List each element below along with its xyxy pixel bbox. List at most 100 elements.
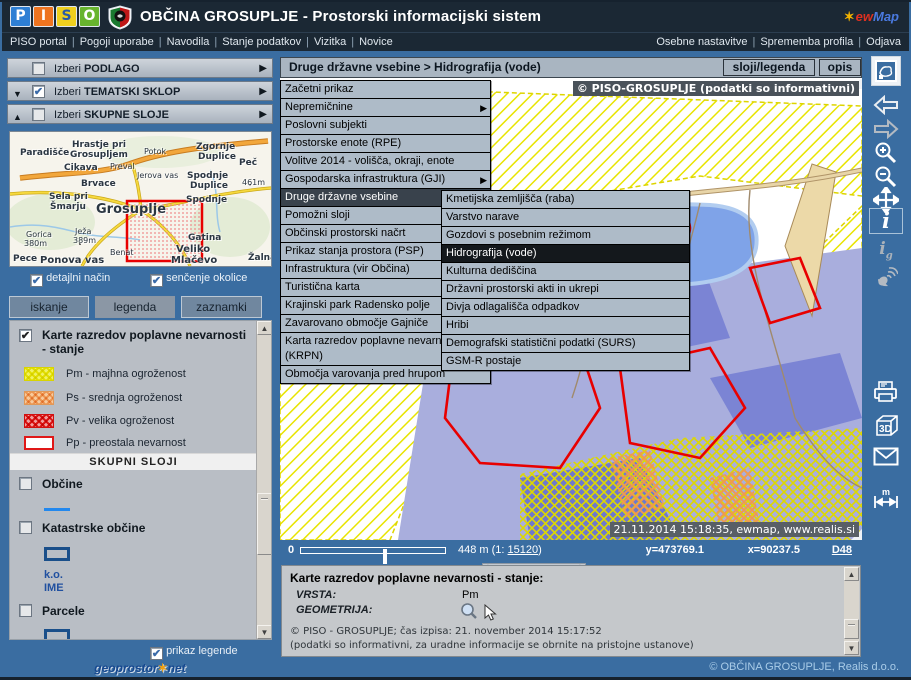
measure-button[interactable]: m bbox=[869, 483, 903, 513]
info-key-geometrija: GEOMETRIJA: bbox=[296, 604, 372, 616]
minimap-label: Duplice bbox=[198, 152, 236, 162]
send-mail-button[interactable] bbox=[869, 441, 903, 471]
satellite-dish-icon bbox=[874, 265, 898, 289]
layer-katastrske-checkbox[interactable] bbox=[19, 521, 32, 534]
minimap-label: Žalna bbox=[248, 253, 272, 263]
minimap-label: Mlačevo bbox=[171, 255, 217, 266]
tab-zaznamki[interactable]: zaznamki bbox=[181, 296, 262, 318]
menu-item-prostorske-enote[interactable]: Prostorske enote (RPE) bbox=[281, 135, 490, 153]
minimap-label: 461m bbox=[242, 178, 265, 187]
full-extent-button[interactable] bbox=[871, 56, 901, 86]
expand-right-icon: ▶ bbox=[259, 83, 267, 101]
status-bar: 0 448 m (1: 15120) y=473769.1 x=90237.5 … bbox=[280, 541, 862, 562]
nav-stanje-podatkov[interactable]: Stanje podatkov bbox=[222, 33, 301, 51]
nav-osebne-nastavitve[interactable]: Osebne nastavitve bbox=[656, 33, 747, 51]
menu-item-nepremicnine[interactable]: Nepremičnine▶ bbox=[281, 99, 490, 117]
show-legend-option[interactable]: ✔ prikaz legende bbox=[150, 645, 238, 660]
nav-odjava[interactable]: Odjava bbox=[866, 33, 901, 51]
nav-right: Osebne nastavitve| Sprememba profila| Od… bbox=[656, 33, 901, 51]
ewmap-logo: ✶ewMap bbox=[844, 9, 899, 25]
zoom-to-geometry-icon[interactable] bbox=[460, 602, 478, 620]
scale-slider-thumb[interactable] bbox=[383, 549, 387, 564]
submenu-item-divja-odlagalisca[interactable]: Divja odlagališča odpadkov bbox=[442, 299, 689, 317]
parcele-rect-symbol bbox=[44, 629, 70, 640]
info-scrollbar[interactable]: ▲ ▼ bbox=[844, 567, 859, 655]
thematic-set-checkbox[interactable]: ✔ bbox=[32, 85, 45, 98]
gps-button[interactable] bbox=[869, 262, 903, 292]
ewmap-star-icon: ✶ bbox=[844, 9, 855, 24]
legend-layer-checkbox[interactable]: ✔ bbox=[19, 329, 32, 342]
panel-scrollbar[interactable]: ▲ ▼ bbox=[256, 321, 271, 639]
menu-item-volitve[interactable]: Volitve 2014 - volišča, okraji, enote bbox=[281, 153, 490, 171]
submenu-item-gozdovi[interactable]: Gozdovi s posebnim režimom bbox=[442, 227, 689, 245]
shading-checkbox[interactable]: ✔ bbox=[150, 274, 163, 287]
submenu-item-gsmr[interactable]: GSM-R postaje bbox=[442, 353, 689, 370]
submenu-item-kulturna-dediscina[interactable]: Kulturna dediščina bbox=[442, 263, 689, 281]
map-timestamp: 21.11.2014 15:18:35, ewmap, www.realis.s… bbox=[610, 522, 859, 537]
nav-novice[interactable]: Novice bbox=[359, 33, 393, 51]
base-layer-checkbox[interactable] bbox=[32, 62, 45, 75]
tab-iskanje[interactable]: iskanje bbox=[9, 296, 89, 318]
app-title: OBČINA GROSUPLJE - Prostorski informacij… bbox=[140, 8, 541, 25]
layer-parcele-checkbox[interactable] bbox=[19, 604, 32, 617]
layer-obcine-label: Občine bbox=[42, 477, 83, 491]
nav-sprememba-profila[interactable]: Sprememba profila bbox=[760, 33, 853, 51]
back-arrow-icon bbox=[873, 95, 899, 115]
obcine-line-symbol bbox=[44, 508, 70, 511]
scrollbar-thumb[interactable] bbox=[844, 619, 859, 639]
datum-link[interactable]: D48 bbox=[832, 544, 852, 556]
scroll-up-icon[interactable]: ▲ bbox=[844, 567, 859, 581]
app-window: P I S O OBČINA GROSUPLJE - Prostorski in… bbox=[0, 0, 911, 680]
scroll-up-icon[interactable]: ▲ bbox=[257, 321, 272, 335]
nav-left: PISO portal| Pogoji uporabe| Navodila| S… bbox=[10, 33, 393, 51]
show-legend-checkbox[interactable]: ✔ bbox=[150, 647, 163, 660]
info-disclaimer: (podatki so informativni, za uradne info… bbox=[290, 640, 694, 651]
map-copyright: © PISO-GROSUPLJE (podatki so informativn… bbox=[573, 81, 859, 96]
collapse-up-icon[interactable]: ▲ bbox=[13, 108, 22, 126]
minimap-label: Zgornje bbox=[196, 142, 235, 152]
select-shared-layers-button[interactable]: ▲ Izberi SKUPNE SLOJE ▶ bbox=[7, 104, 273, 124]
submenu-item-kmetijska[interactable]: Kmetijska zemljišča (raba) bbox=[442, 191, 689, 209]
print-button[interactable] bbox=[869, 377, 903, 407]
opis-button[interactable]: opis bbox=[819, 59, 861, 76]
menu-item-gji[interactable]: Gospodarska infrastruktura (GJI)▶ bbox=[281, 171, 490, 189]
menu-item-poslovni-subjekti[interactable]: Poslovni subjekti bbox=[281, 117, 490, 135]
shared-layers-header: SKUPNI SLOJI bbox=[10, 453, 257, 470]
tab-legenda[interactable]: legenda bbox=[95, 296, 175, 318]
identify-tool-button[interactable]: i bbox=[869, 208, 903, 234]
layers-legend-button[interactable]: sloji/legenda bbox=[723, 59, 815, 76]
submenu-item-hidrografija[interactable]: Hidrografija (vode) bbox=[442, 245, 689, 263]
select-thematic-set-button[interactable]: ▼ ✔ Izberi TEMATSKI SKLOP ▶ bbox=[7, 81, 273, 101]
legend-swatch-pv bbox=[24, 414, 54, 428]
submenu-item-varstvo-narave[interactable]: Varstvo narave bbox=[442, 209, 689, 227]
scroll-down-icon[interactable]: ▼ bbox=[257, 625, 272, 639]
scale-link[interactable]: 15120 bbox=[508, 544, 539, 556]
collapse-down-icon[interactable]: ▼ bbox=[13, 85, 22, 103]
layer-obcine-checkbox[interactable] bbox=[19, 477, 32, 490]
shading-option[interactable]: ✔ senčenje okolice bbox=[150, 272, 247, 287]
detailed-mode-option[interactable]: ✔ detajlni način bbox=[30, 272, 110, 287]
menu-item-zacetni-prikaz[interactable]: Začetni prikaz bbox=[281, 81, 490, 99]
nav-piso-portal[interactable]: PISO portal bbox=[10, 33, 67, 51]
nav-vizitka[interactable]: Vizitka bbox=[314, 33, 346, 51]
nav-pogoji-uporabe[interactable]: Pogoji uporabe bbox=[80, 33, 154, 51]
scrollbar-thumb[interactable] bbox=[257, 493, 272, 555]
submenu-item-drzavni-akti[interactable]: Državni prostorski akti in ukrepi bbox=[442, 281, 689, 299]
detailed-mode-checkbox[interactable]: ✔ bbox=[30, 274, 43, 287]
piso-logo[interactable]: P I S O bbox=[10, 6, 100, 27]
shared-layers-checkbox[interactable] bbox=[32, 108, 45, 121]
scale-slider[interactable] bbox=[300, 547, 446, 554]
scroll-down-icon[interactable]: ▼ bbox=[844, 641, 859, 655]
overview-minimap[interactable]: Hrastje priGrosupljemParadiščePotokZgorn… bbox=[9, 131, 272, 267]
submenu-item-demografski[interactable]: Demografski statistični podatki (SURS) bbox=[442, 335, 689, 353]
minimap-label: Peč bbox=[239, 158, 257, 168]
municipality-coat-of-arms-icon bbox=[108, 5, 132, 30]
select-base-layer-button[interactable]: Izberi PODLAGO ▶ bbox=[7, 58, 273, 78]
submenu-item-hribi[interactable]: Hribi bbox=[442, 317, 689, 335]
minimap-label: Pece bbox=[13, 254, 37, 264]
geoprostor-logo[interactable]: geoprostor✶net bbox=[7, 661, 273, 675]
legend-item-pp: Pp - preostala nevarnost bbox=[66, 437, 186, 449]
view-3d-button[interactable]: 3D bbox=[869, 411, 903, 441]
nav-navodila[interactable]: Navodila bbox=[167, 33, 210, 51]
geoprostor-star-icon: ✶ bbox=[158, 661, 168, 675]
